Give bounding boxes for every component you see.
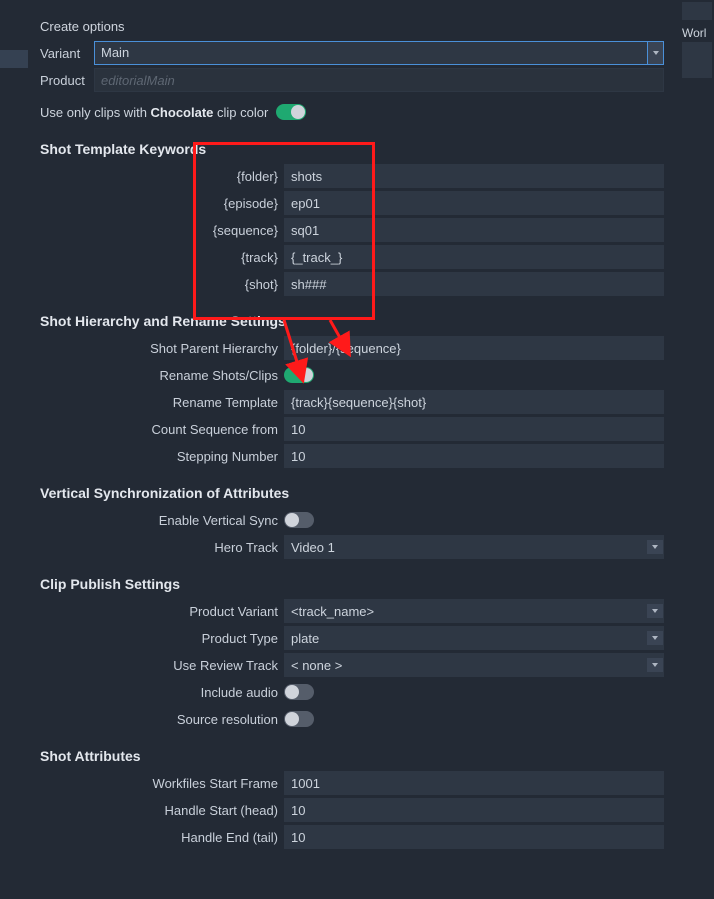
stepping-label: Stepping Number [8, 449, 284, 464]
rename-clips-row: Rename Shots/Clips [8, 362, 664, 388]
handle-end-label: Handle End (tail) [8, 830, 284, 845]
rename-template-label: Rename Template [8, 395, 284, 410]
count-from-row: Count Sequence from [8, 416, 664, 442]
chevron-down-icon [652, 663, 658, 667]
hero-track-select[interactable]: Video 1 [284, 535, 664, 559]
kw-episode-label: {episode} [8, 196, 284, 211]
review-track-row: Use Review Track < none > [8, 652, 664, 678]
variant-combo[interactable]: Main [94, 41, 664, 65]
enable-vsync-toggle[interactable] [284, 512, 314, 528]
side-work-label: Worl [682, 26, 714, 40]
source-res-row: Source resolution [8, 706, 664, 732]
use-clips-suffix: clip color [213, 105, 268, 120]
kw-folder-row: {folder} [8, 163, 664, 189]
hero-track-label: Hero Track [8, 540, 284, 555]
handle-start-label: Handle Start (head) [8, 803, 284, 818]
product-label: Product [8, 73, 94, 88]
count-from-input[interactable] [284, 417, 664, 441]
kw-track-input[interactable] [284, 245, 664, 269]
product-variant-arrow[interactable] [647, 604, 663, 618]
hero-track-row: Hero Track Video 1 [8, 534, 664, 560]
workfiles-label: Workfiles Start Frame [8, 776, 284, 791]
hero-track-arrow[interactable] [647, 540, 663, 554]
shot-attributes-heading: Shot Attributes [8, 748, 664, 764]
kw-sequence-label: {sequence} [8, 223, 284, 238]
handle-end-input[interactable] [284, 825, 664, 849]
kw-sequence-input[interactable] [284, 218, 664, 242]
product-type-arrow[interactable] [647, 631, 663, 645]
handle-start-row: Handle Start (head) [8, 797, 664, 823]
kw-track-label: {track} [8, 250, 284, 265]
kw-shot-label: {shot} [8, 277, 284, 292]
rename-template-input[interactable] [284, 390, 664, 414]
product-type-select[interactable]: plate [284, 626, 664, 650]
parent-hierarchy-input[interactable] [284, 336, 664, 360]
variant-input[interactable]: Main [94, 41, 648, 65]
kw-shot-input[interactable] [284, 272, 664, 296]
kw-sequence-row: {sequence} [8, 217, 664, 243]
use-clips-text: Use only clips with Chocolate clip color [40, 105, 268, 120]
variant-row: Variant Main [8, 40, 664, 66]
include-audio-row: Include audio [8, 679, 664, 705]
count-from-label: Count Sequence from [8, 422, 284, 437]
use-clips-prefix: Use only clips with [40, 105, 151, 120]
side-box-top [682, 2, 712, 20]
chevron-down-icon [653, 51, 659, 55]
workfiles-row: Workfiles Start Frame [8, 770, 664, 796]
chevron-down-icon [652, 545, 658, 549]
handle-end-row: Handle End (tail) [8, 824, 664, 850]
use-clips-toggle[interactable] [276, 104, 306, 120]
product-type-row: Product Type plate [8, 625, 664, 651]
create-options-heading: Create options [40, 19, 125, 34]
stepping-input[interactable] [284, 444, 664, 468]
stepping-row: Stepping Number [8, 443, 664, 469]
enable-vsync-row: Enable Vertical Sync [8, 507, 664, 533]
product-type-value: plate [291, 631, 647, 646]
chevron-down-icon [652, 609, 658, 613]
enable-vsync-label: Enable Vertical Sync [8, 513, 284, 528]
product-variant-value: <track_name> [291, 604, 647, 619]
template-keywords-heading: Shot Template Keywords [8, 141, 664, 157]
include-audio-toggle[interactable] [284, 684, 314, 700]
source-res-toggle[interactable] [284, 711, 314, 727]
review-track-arrow[interactable] [647, 658, 663, 672]
review-track-value: < none > [291, 658, 647, 673]
chevron-down-icon [652, 636, 658, 640]
kw-folder-label: {folder} [8, 169, 284, 184]
parent-hierarchy-row: Shot Parent Hierarchy [8, 335, 664, 361]
workfiles-input[interactable] [284, 771, 664, 795]
kw-shot-row: {shot} [8, 271, 664, 297]
kw-episode-row: {episode} [8, 190, 664, 216]
create-options-heading-row: Create options [8, 13, 664, 39]
publish-heading: Clip Publish Settings [8, 576, 664, 592]
rename-template-row: Rename Template [8, 389, 664, 415]
kw-episode-input[interactable] [284, 191, 664, 215]
side-box-bottom [682, 42, 712, 78]
variant-dropdown-arrow[interactable] [648, 41, 664, 65]
product-variant-row: Product Variant <track_name> [8, 598, 664, 624]
use-clips-row: Use only clips with Chocolate clip color [8, 99, 664, 125]
kw-folder-input[interactable] [284, 164, 664, 188]
product-type-label: Product Type [8, 631, 284, 646]
hierarchy-heading: Shot Hierarchy and Rename Settings [8, 313, 664, 329]
vsync-heading: Vertical Synchronization of Attributes [8, 485, 664, 501]
rename-clips-label: Rename Shots/Clips [8, 368, 284, 383]
review-track-label: Use Review Track [8, 658, 284, 673]
include-audio-label: Include audio [8, 685, 284, 700]
product-variant-label: Product Variant [8, 604, 284, 619]
side-panel: Worl [678, 0, 714, 899]
rename-clips-toggle[interactable] [284, 367, 314, 383]
product-variant-select[interactable]: <track_name> [284, 599, 664, 623]
kw-track-row: {track} [8, 244, 664, 270]
product-row: Product [8, 67, 664, 93]
parent-hierarchy-label: Shot Parent Hierarchy [8, 341, 284, 356]
left-tab-indicator [0, 50, 28, 68]
main-panel: Create options Variant Main Product Use … [0, 0, 672, 863]
handle-start-input[interactable] [284, 798, 664, 822]
product-input[interactable] [94, 68, 664, 92]
source-res-label: Source resolution [8, 712, 284, 727]
review-track-select[interactable]: < none > [284, 653, 664, 677]
hero-track-value: Video 1 [291, 540, 647, 555]
use-clips-bold: Chocolate [151, 105, 214, 120]
